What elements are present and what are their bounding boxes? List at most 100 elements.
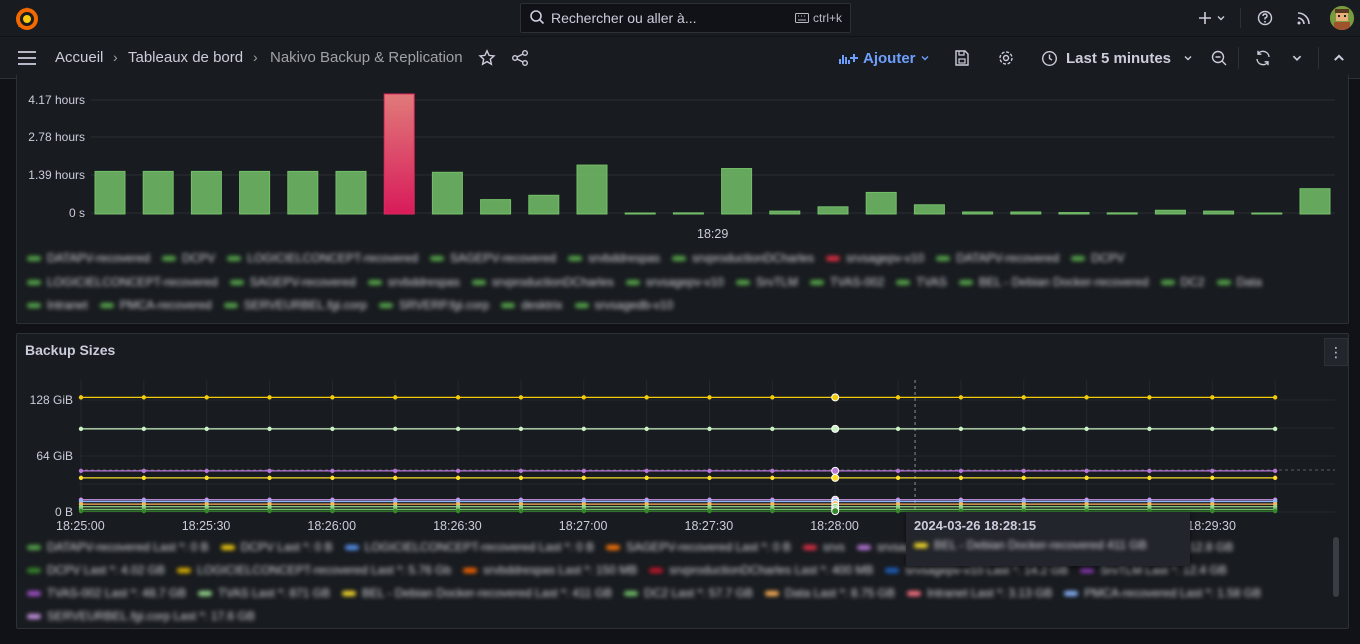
legend-label: srvbddrespas Last *: 150 MB	[483, 563, 638, 577]
legend-item[interactable]: LOGICIELCONCEPT-recovered	[227, 247, 418, 271]
legend-item[interactable]: srvbddrespas	[367, 271, 460, 295]
legend-label: BEL - Debian Docker-recovered	[978, 274, 1149, 289]
legend-item[interactable]: DCPV Last *: 4.02 GB	[27, 559, 165, 582]
help-icon[interactable]	[1255, 8, 1275, 28]
legend-item[interactable]: srvproductionDCharles Last *: 400 MB	[649, 559, 873, 582]
x-tick-label: 18:26:30	[433, 519, 482, 533]
legend-item[interactable]: Intranet	[27, 294, 88, 318]
data-point	[1210, 475, 1215, 481]
legend-label: LOGICIELCONCEPT-recovered	[47, 274, 218, 289]
legend-scrollbar[interactable]	[1333, 537, 1339, 597]
series-swatch	[198, 591, 213, 597]
legend-item[interactable]: DATAPV-recovered	[27, 247, 150, 271]
data-point	[895, 426, 901, 432]
news-feed-icon[interactable]	[1294, 8, 1314, 28]
data-point	[267, 508, 272, 514]
new-menu-button[interactable]	[1196, 8, 1228, 28]
legend-item[interactable]: TVAS-002 Last *: 48.7 GB	[27, 582, 186, 605]
legend-item[interactable]: Data	[1216, 271, 1262, 295]
series-swatch	[735, 279, 750, 285]
legend-item[interactable]: srvs	[802, 536, 845, 559]
legend-item[interactable]: DCPV	[161, 247, 215, 271]
save-dashboard-icon[interactable]	[953, 48, 971, 68]
menu-toggle-button[interactable]	[17, 48, 37, 68]
breadcrumb-dashboards[interactable]: Tableaux de bord	[128, 49, 243, 66]
legend-item[interactable]: TVAS Last *: 871 GB	[198, 582, 330, 605]
time-range-picker[interactable]: Last 5 minutes	[1041, 48, 1193, 68]
zoom-out-icon[interactable]	[1210, 48, 1228, 68]
settings-gear-icon[interactable]	[997, 48, 1015, 68]
legend-item[interactable]: DC2 Last *: 57.7 GB	[624, 582, 753, 605]
series-swatch	[501, 303, 516, 309]
breadcrumb-separator: ›	[253, 49, 258, 65]
data-point	[581, 426, 586, 432]
legend-item[interactable]: SAGEPV-recovered Last *: 0 B	[606, 536, 791, 559]
legend-item[interactable]: Data Last *: 8.75 GB	[764, 582, 895, 605]
data-point	[455, 468, 461, 474]
legend-item[interactable]: TVAS	[896, 271, 947, 295]
legend-item[interactable]: LOGICIELCONCEPT-recovered Last *: 5.76 G…	[177, 559, 451, 582]
refresh-icon[interactable]	[1254, 48, 1272, 68]
legend-item[interactable]: LOGICIELCONCEPT-recovered Last *: 0 B	[344, 536, 594, 559]
legend-item[interactable]: SERVEURBEL.fgi.corp	[223, 294, 367, 318]
bar	[480, 199, 512, 215]
series-swatch	[856, 545, 871, 551]
collapse-chevron-up-icon[interactable]	[1332, 48, 1346, 68]
legend-item[interactable]: srvsagepv-v10	[826, 247, 924, 271]
divider	[1238, 47, 1239, 69]
series-swatch	[367, 279, 382, 285]
search-input[interactable]: Rechercher ou aller à... ctrl+k	[520, 3, 851, 33]
series-swatch	[27, 591, 41, 597]
data-point	[770, 508, 775, 514]
legend-item[interactable]: DCPV Last *: 0 B	[220, 536, 333, 559]
legend-item[interactable]: Intranet Last *: 3.13 GB	[906, 582, 1052, 605]
legend-label: desktrix	[521, 298, 563, 312]
data-point	[141, 426, 147, 432]
data-point	[958, 426, 964, 432]
legend-item[interactable]: SRVERP.fgi.corp	[378, 294, 489, 318]
bar	[769, 210, 801, 215]
bar	[962, 211, 994, 215]
x-tick-label: 18:29:30	[1187, 519, 1236, 533]
bar	[1154, 209, 1186, 215]
breadcrumb-home[interactable]: Accueil	[55, 49, 103, 66]
star-icon[interactable]	[478, 48, 496, 68]
series-swatch	[764, 591, 779, 597]
legend-item[interactable]: srvbddrespas Last *: 150 MB	[463, 559, 637, 582]
legend-item[interactable]: PMCA-recovered	[99, 294, 212, 318]
legend-item[interactable]: DATAPV-recovered	[936, 247, 1059, 271]
series-swatch	[177, 568, 192, 574]
legend-item[interactable]: SrvTLM	[735, 271, 798, 295]
legend-item[interactable]: SAGEPV-recovered	[229, 271, 356, 295]
data-point	[831, 466, 840, 475]
legend-item[interactable]: DC2	[1160, 271, 1205, 295]
legend-item[interactable]: TVAS-002	[809, 271, 884, 295]
data-point	[204, 395, 209, 400]
series-swatch	[624, 591, 639, 597]
legend-item[interactable]: PMCA-recovered Last *: 1.58 GB	[1064, 582, 1261, 605]
legend-item[interactable]: BEL - Debian Docker-recovered Last *: 41…	[342, 582, 612, 605]
add-button[interactable]: Ajouter	[839, 48, 930, 68]
legend-item[interactable]: DCPV	[1071, 247, 1125, 271]
legend-item[interactable]: DATAPV-recovered Last *: 0 B	[27, 536, 209, 559]
user-avatar[interactable]	[1330, 6, 1354, 30]
legend-item[interactable]: LOGICIELCONCEPT-recovered	[27, 271, 218, 295]
x-tick-label: 18:25:00	[56, 519, 105, 533]
legend-item[interactable]: srvsagedb-v10	[574, 294, 673, 318]
legend-item[interactable]: desktrix	[501, 294, 563, 318]
legend-item[interactable]: srvproductionDCharles	[471, 271, 614, 295]
grafana-logo-icon[interactable]	[14, 6, 40, 30]
data-point	[958, 475, 964, 481]
data-point	[1021, 426, 1026, 432]
legend-item[interactable]: srvbddrespas	[568, 247, 660, 271]
share-icon[interactable]	[511, 48, 529, 68]
legend-item[interactable]: srvsagepv-v10	[625, 271, 724, 295]
data-point	[1084, 475, 1089, 481]
bar	[94, 170, 126, 215]
refresh-interval-chevron-down-icon[interactable]	[1291, 48, 1303, 68]
legend-item[interactable]: SAGEPV-recovered	[430, 247, 556, 271]
legend-item[interactable]: srvproductionDCharles	[672, 247, 814, 271]
legend-item[interactable]: SERVEURBEL.fgi.corp Last *: 17.6 GB	[27, 605, 255, 628]
clock-icon	[1041, 50, 1058, 66]
legend-item[interactable]: BEL - Debian Docker-recovered	[958, 271, 1149, 295]
